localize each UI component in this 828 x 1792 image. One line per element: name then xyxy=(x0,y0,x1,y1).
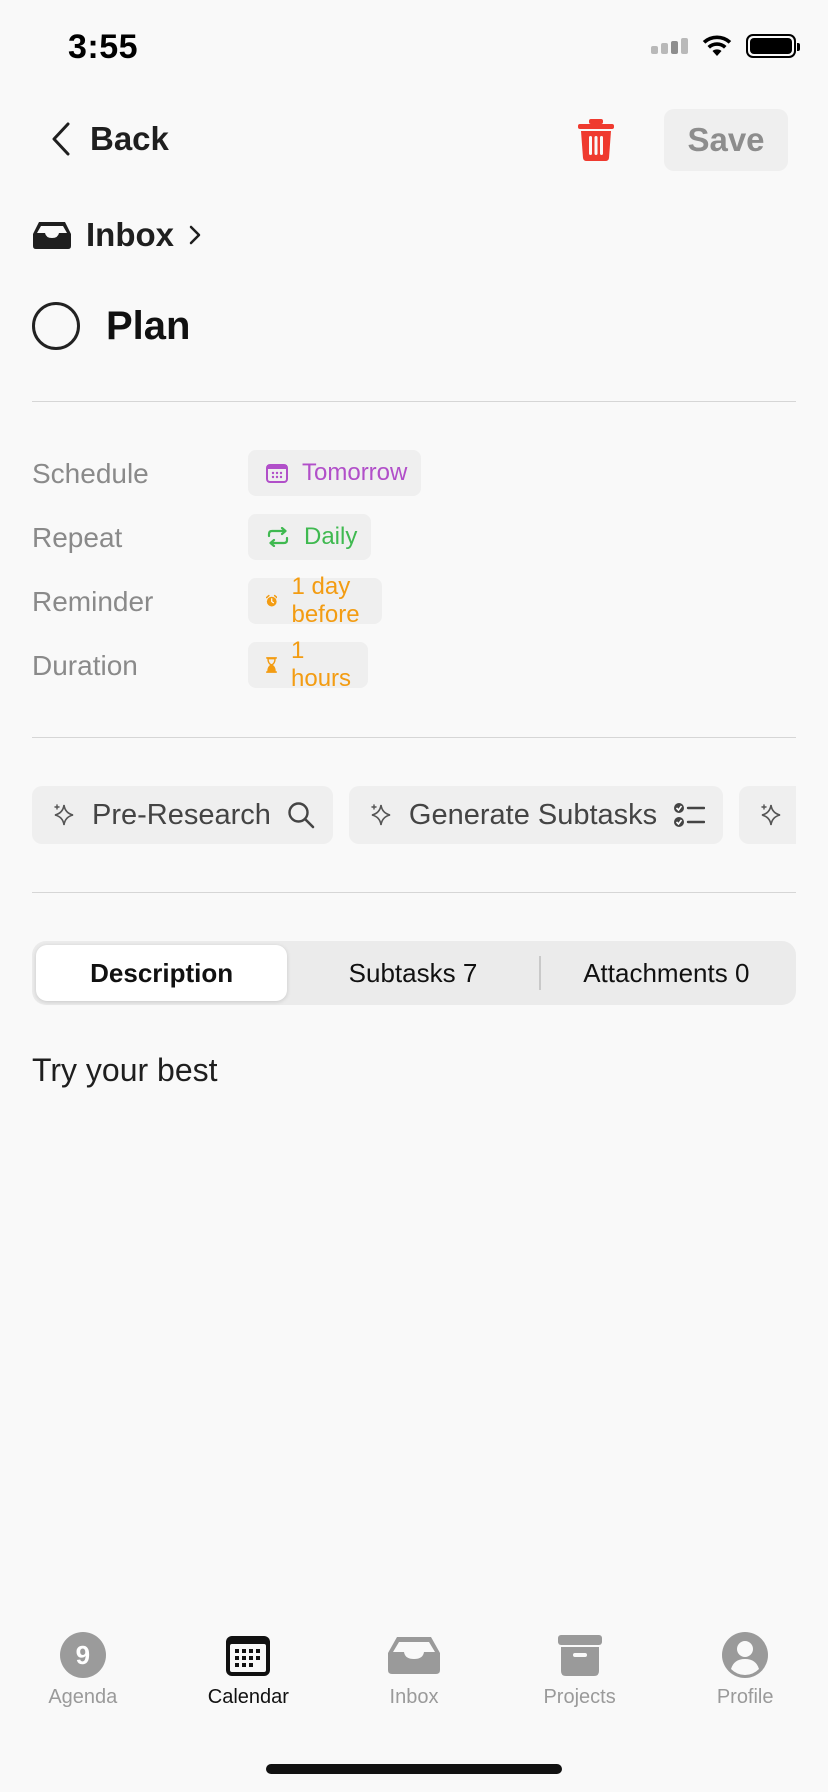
more-ai-action-button[interactable] xyxy=(739,786,796,844)
task-title[interactable]: Plan xyxy=(106,304,190,349)
divider xyxy=(32,737,796,738)
tab-inbox[interactable]: Inbox xyxy=(331,1630,497,1730)
status-time: 3:55 xyxy=(68,28,139,66)
pre-research-label: Pre-Research xyxy=(92,798,271,831)
tab-attachments[interactable]: Attachments 0 xyxy=(541,945,792,1001)
generate-subtasks-label: Generate Subtasks xyxy=(408,798,658,831)
tab-profile[interactable]: Profile xyxy=(662,1630,828,1730)
ai-actions-row: Pre-Research Generate Subtasks xyxy=(32,786,796,846)
tab-subtasks[interactable]: Subtasks 7 xyxy=(287,945,538,1001)
tab-calendar-label: Calendar xyxy=(207,1686,289,1708)
repeat-icon xyxy=(267,527,289,547)
reminder-label: Reminder xyxy=(32,586,154,617)
breadcrumb[interactable]: Inbox xyxy=(32,216,202,254)
cellular-signal-icon xyxy=(651,38,688,54)
chevron-right-icon xyxy=(189,225,201,245)
description-text[interactable]: Try your best xyxy=(32,1052,218,1089)
reminder-chip[interactable]: 1 day before xyxy=(248,573,383,628)
repeat-label: Repeat xyxy=(32,522,123,553)
back-label: Back xyxy=(90,120,169,157)
tab-calendar[interactable]: Calendar xyxy=(166,1630,332,1730)
tab-projects-label: Projects xyxy=(543,1686,616,1708)
chevron-left-icon xyxy=(52,122,70,156)
tab-inbox-label: Inbox xyxy=(389,1686,439,1708)
breadcrumb-label: Inbox xyxy=(86,216,174,253)
schedule-value: Tomorrow xyxy=(302,459,408,486)
back-button[interactable]: Back xyxy=(50,120,169,158)
hourglass-icon xyxy=(266,657,278,673)
status-icons xyxy=(651,34,800,58)
task-complete-checkbox[interactable] xyxy=(32,302,80,350)
trash-icon[interactable] xyxy=(576,118,616,162)
divider xyxy=(32,401,796,402)
duration-chip[interactable]: 1 hours xyxy=(248,637,369,692)
checklist-icon xyxy=(674,803,706,827)
divider xyxy=(32,892,796,893)
reminder-value: 1 day before xyxy=(291,573,360,628)
save-button[interactable]: Save xyxy=(664,109,788,171)
status-bar: 3:55 xyxy=(0,0,828,100)
battery-icon xyxy=(746,34,800,58)
profile-icon xyxy=(722,1632,769,1678)
schedule-label: Schedule xyxy=(32,458,149,489)
repeat-value: Daily xyxy=(304,523,358,550)
pre-research-button[interactable]: Pre-Research xyxy=(32,786,333,844)
detail-segmented-control: Description Subtasks 7 Attachments 0 xyxy=(32,941,796,1005)
calendar-icon xyxy=(226,1636,271,1676)
sparkle-icon xyxy=(761,804,781,826)
schedule-chip[interactable]: Tomorrow xyxy=(248,450,422,496)
agenda-badge: 9 xyxy=(59,1632,106,1678)
tab-projects[interactable]: Projects xyxy=(497,1630,663,1730)
archive-box-icon xyxy=(557,1635,602,1676)
inbox-tray-icon xyxy=(33,222,71,249)
sparkle-icon xyxy=(54,804,74,826)
tab-profile-label: Profile xyxy=(716,1686,774,1708)
tab-agenda-label: Agenda xyxy=(48,1686,118,1708)
search-icon xyxy=(288,802,315,829)
alarm-clock-icon xyxy=(266,594,278,607)
calendar-icon xyxy=(266,464,288,483)
bottom-tab-bar: 9 Agenda Calendar Inbox Projects Profile xyxy=(0,1630,828,1730)
sparkle-icon xyxy=(371,804,391,826)
wifi-icon xyxy=(702,35,732,56)
tab-agenda[interactable]: 9 Agenda xyxy=(0,1630,166,1730)
tab-description[interactable]: Description xyxy=(36,945,288,1001)
duration-label: Duration xyxy=(32,650,138,681)
task-row: Plan xyxy=(32,302,190,350)
repeat-chip[interactable]: Daily xyxy=(248,514,372,560)
inbox-tray-icon xyxy=(387,1637,440,1674)
home-indicator xyxy=(266,1764,562,1774)
duration-value: 1 hours xyxy=(291,637,352,692)
generate-subtasks-button[interactable]: Generate Subtasks xyxy=(348,786,724,844)
